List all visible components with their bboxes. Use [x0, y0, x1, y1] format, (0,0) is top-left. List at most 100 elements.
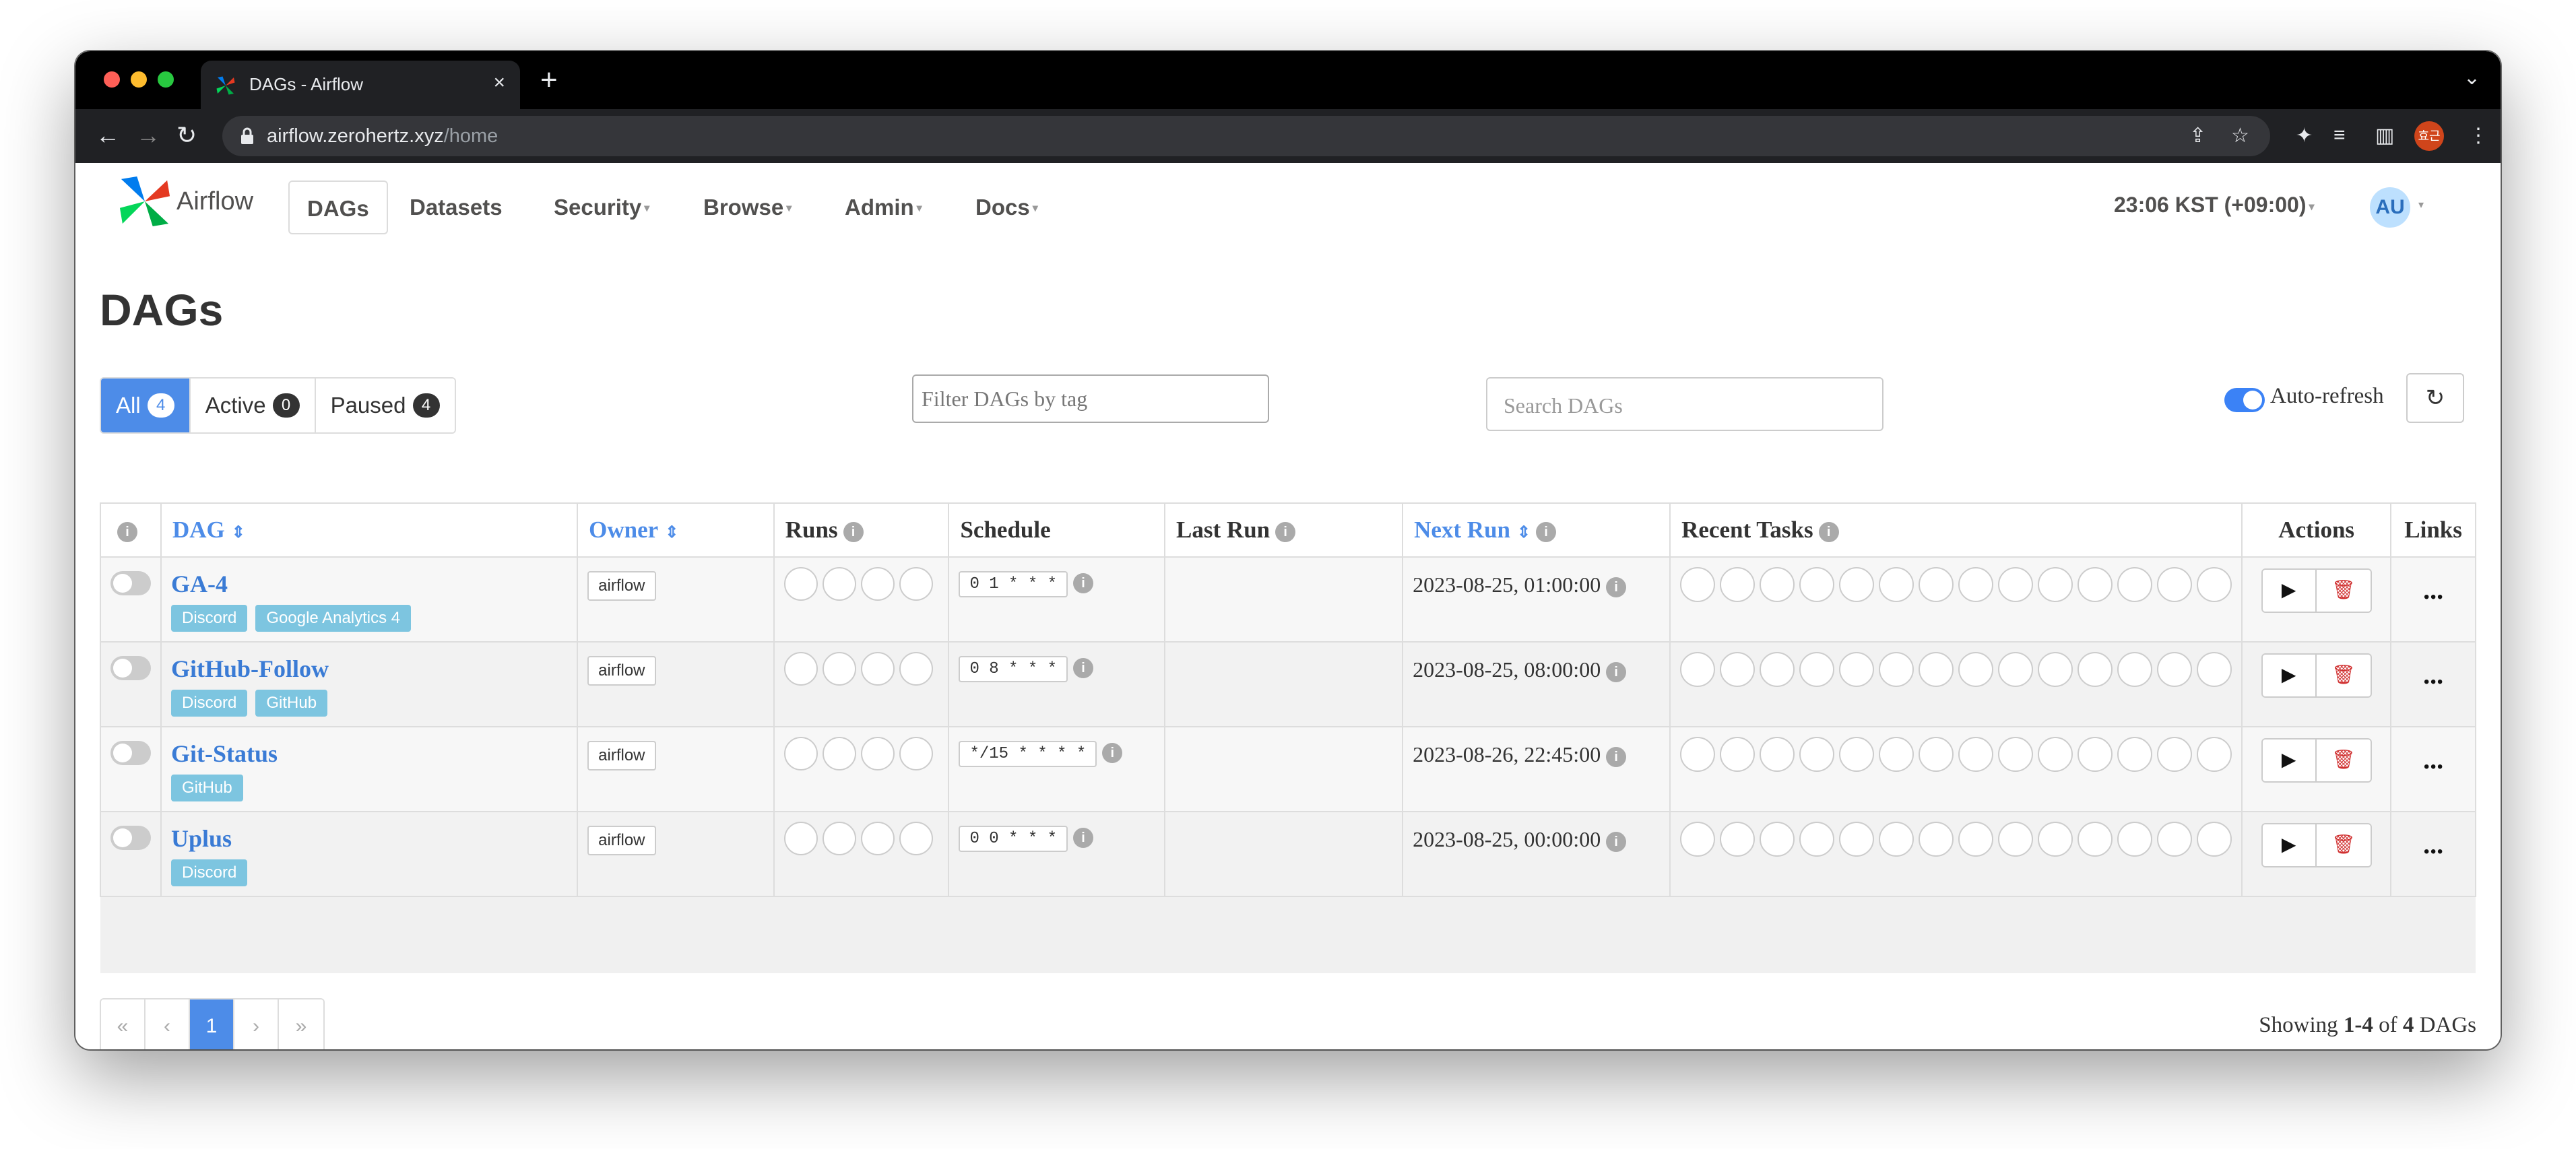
status-circle[interactable] — [1919, 652, 1954, 687]
info-icon[interactable]: i — [1818, 521, 1839, 542]
reload-icon[interactable]: ↻ — [176, 121, 197, 150]
chevron-down-icon[interactable]: ▾ — [2418, 198, 2424, 211]
status-circle[interactable] — [1760, 567, 1795, 602]
status-circle[interactable] — [860, 737, 895, 770]
first-page-button[interactable]: « — [101, 999, 146, 1049]
nav-datasets[interactable]: Datasets — [392, 180, 520, 234]
status-circle[interactable] — [1799, 652, 1835, 687]
dag-name-link[interactable]: GitHub-Follow — [171, 655, 567, 683]
user-avatar[interactable]: AU — [2370, 187, 2410, 228]
pause-toggle[interactable] — [110, 571, 151, 595]
links-more-icon[interactable]: ... — [2401, 659, 2466, 690]
status-circle[interactable] — [1998, 737, 2034, 772]
owner-pill[interactable]: airflow — [587, 656, 656, 686]
info-icon[interactable]: i — [1102, 742, 1123, 763]
minimize-window-button[interactable] — [131, 71, 147, 88]
dag-tag[interactable]: GitHub — [255, 690, 328, 717]
pause-toggle[interactable] — [110, 656, 151, 680]
trigger-dag-play-icon[interactable]: ▶ — [2262, 655, 2317, 696]
filter-active-button[interactable]: Active 0 — [190, 379, 316, 432]
info-icon[interactable]: i — [843, 521, 864, 542]
nav-admin[interactable]: Admin ▾ — [827, 180, 940, 234]
status-circle[interactable] — [860, 567, 895, 601]
airflow-logo-icon[interactable] — [119, 175, 171, 228]
share-icon[interactable]: ⇪ — [2189, 124, 2206, 147]
status-circle[interactable] — [2197, 652, 2232, 687]
prev-page-button[interactable]: ‹ — [146, 999, 190, 1049]
status-circle[interactable] — [783, 822, 818, 855]
status-circle[interactable] — [1958, 652, 1994, 687]
new-tab-icon[interactable]: + — [540, 63, 558, 97]
maximize-window-button[interactable] — [158, 71, 174, 88]
dag-tag[interactable]: Discord — [171, 690, 248, 717]
tag-filter-input[interactable]: Filter DAGs by tag — [912, 374, 1269, 423]
status-circle[interactable] — [783, 567, 818, 601]
status-circle[interactable] — [2157, 822, 2193, 857]
dag-tag[interactable]: Discord — [171, 859, 248, 886]
links-more-icon[interactable]: ... — [2401, 744, 2466, 775]
status-circle[interactable] — [899, 737, 933, 770]
status-circle[interactable] — [2038, 822, 2073, 857]
status-circle[interactable] — [1919, 822, 1954, 857]
status-circle[interactable] — [2078, 652, 2113, 687]
status-circle[interactable] — [2117, 652, 2153, 687]
status-circle[interactable] — [822, 567, 856, 601]
nav-security[interactable]: Security ▾ — [536, 180, 667, 234]
status-circle[interactable] — [1879, 822, 1914, 857]
status-circle[interactable] — [2117, 567, 2153, 602]
status-circle[interactable] — [822, 822, 856, 855]
header-owner[interactable]: Owner ⇕ — [577, 502, 775, 558]
status-circle[interactable] — [2157, 737, 2193, 772]
status-circle[interactable] — [2078, 737, 2113, 772]
status-circle[interactable] — [2197, 737, 2232, 772]
status-circle[interactable] — [822, 737, 856, 770]
status-circle[interactable] — [1998, 652, 2034, 687]
status-circle[interactable] — [1839, 822, 1875, 857]
dag-name-link[interactable]: Git-Status — [171, 740, 567, 768]
address-bar[interactable]: airflow.zerohertz.xyz/home ⇪ ☆ — [222, 116, 2270, 156]
profile-avatar[interactable]: 효근 — [2414, 121, 2444, 151]
nav-docs[interactable]: Docs ▾ — [958, 180, 1056, 234]
status-circle[interactable] — [1680, 737, 1716, 772]
menu-kebab-icon[interactable]: ⋮ — [2468, 124, 2488, 147]
info-icon[interactable]: i — [1073, 572, 1094, 593]
status-circle[interactable] — [2157, 652, 2193, 687]
schedule-pill[interactable]: 0 8 * * * — [959, 656, 1068, 682]
dag-tag[interactable]: Google Analytics 4 — [255, 605, 412, 632]
dag-tag[interactable]: GitHub — [171, 775, 243, 801]
status-circle[interactable] — [1839, 737, 1875, 772]
status-circle[interactable] — [1958, 737, 1994, 772]
status-circle[interactable] — [2197, 567, 2232, 602]
status-circle[interactable] — [2038, 567, 2073, 602]
status-circle[interactable] — [1958, 567, 1994, 602]
auto-refresh-toggle[interactable] — [2224, 388, 2265, 412]
links-more-icon[interactable]: ... — [2401, 828, 2466, 860]
schedule-pill[interactable]: 0 1 * * * — [959, 571, 1068, 597]
delete-dag-trash-icon[interactable]: 🗑 — [2316, 570, 2371, 612]
reading-list-icon[interactable]: ≡ — [2333, 124, 2346, 147]
nav-browse[interactable]: Browse ▾ — [686, 180, 809, 234]
status-circle[interactable] — [822, 652, 856, 686]
info-icon[interactable]: i — [1275, 521, 1296, 542]
delete-dag-trash-icon[interactable]: 🗑 — [2316, 655, 2371, 696]
status-circle[interactable] — [783, 737, 818, 770]
owner-pill[interactable]: airflow — [587, 571, 656, 601]
timezone-clock[interactable]: 23:06 KST (+09:00) ▾ — [2114, 193, 2315, 218]
status-circle[interactable] — [1998, 822, 2034, 857]
trigger-dag-play-icon[interactable]: ▶ — [2262, 824, 2317, 866]
dag-name-link[interactable]: Uplus — [171, 824, 567, 853]
filter-all-button[interactable]: All 4 — [101, 379, 191, 432]
status-circle[interactable] — [1958, 822, 1994, 857]
browser-tab[interactable]: DAGs - Airflow × — [201, 61, 520, 109]
status-circle[interactable] — [2078, 822, 2113, 857]
dag-tag[interactable]: Discord — [171, 605, 248, 632]
status-circle[interactable] — [899, 822, 933, 855]
status-circle[interactable] — [2117, 822, 2153, 857]
delete-dag-trash-icon[interactable]: 🗑 — [2316, 824, 2371, 866]
dag-name-link[interactable]: GA-4 — [171, 570, 567, 598]
extensions-icon[interactable]: ✦ — [2296, 124, 2313, 147]
header-dag[interactable]: DAG ⇕ — [160, 502, 579, 558]
status-circle[interactable] — [860, 652, 895, 686]
trigger-dag-play-icon[interactable]: ▶ — [2262, 740, 2317, 781]
info-icon[interactable]: i — [117, 521, 137, 542]
